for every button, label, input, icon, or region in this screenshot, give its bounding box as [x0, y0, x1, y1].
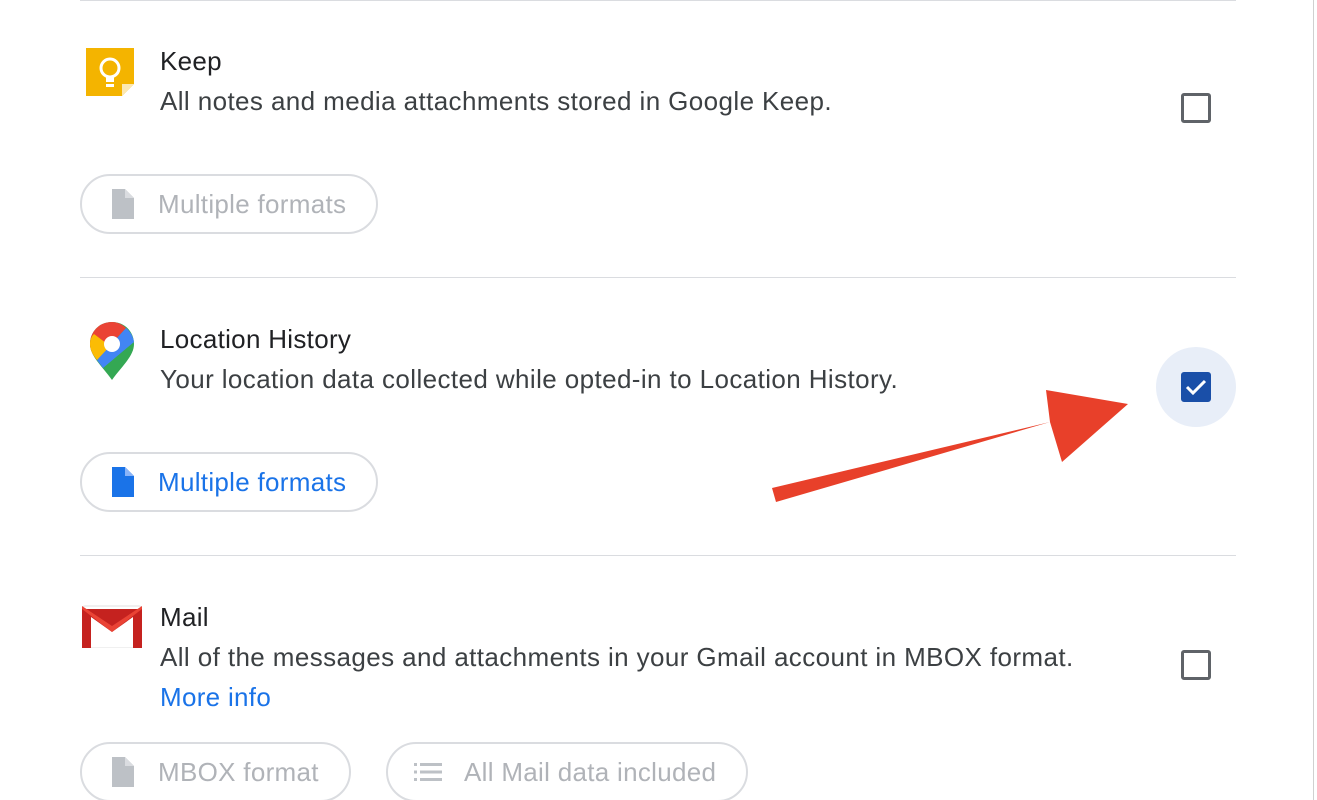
google-maps-icon — [88, 320, 148, 380]
divider — [80, 0, 1236, 1]
format-label: Multiple formats — [158, 188, 347, 219]
divider — [1313, 0, 1314, 800]
divider — [80, 277, 1236, 278]
format-label: Multiple formats — [158, 466, 347, 497]
mail-checkbox[interactable] — [1156, 625, 1236, 705]
checkbox-box — [1181, 650, 1211, 680]
takeout-product-list: Keep All notes and media attachments sto… — [0, 0, 1317, 800]
format-chip[interactable]: Multiple formats — [80, 452, 379, 512]
more-info-link[interactable]: More info — [160, 682, 271, 713]
list-icon — [414, 758, 442, 786]
file-icon — [108, 467, 136, 497]
format-label: All Mail data included — [464, 756, 717, 787]
product-description: Your location data collected while opted… — [160, 364, 899, 394]
google-keep-icon — [82, 44, 142, 104]
product-description: All of the messages and attachments in y… — [160, 642, 1074, 672]
gmail-icon — [82, 600, 142, 660]
location-history-checkbox[interactable] — [1156, 347, 1236, 427]
format-label: MBOX format — [158, 756, 319, 787]
file-icon — [108, 189, 136, 219]
product-name: Keep — [160, 46, 222, 76]
checkmark-icon — [1185, 379, 1207, 396]
format-chip: Multiple formats — [80, 174, 379, 234]
data-included-chip: All Mail data included — [386, 742, 749, 800]
divider — [80, 555, 1236, 556]
file-icon — [108, 757, 136, 787]
format-chip: MBOX format — [80, 742, 351, 800]
product-description: All notes and media attachments stored i… — [160, 86, 832, 116]
annotation-arrow — [772, 390, 1128, 502]
keep-checkbox[interactable] — [1156, 68, 1236, 148]
checkbox-box — [1181, 372, 1211, 402]
product-name: Location History — [160, 324, 352, 354]
product-name: Mail — [160, 602, 209, 632]
checkbox-box — [1181, 93, 1211, 123]
